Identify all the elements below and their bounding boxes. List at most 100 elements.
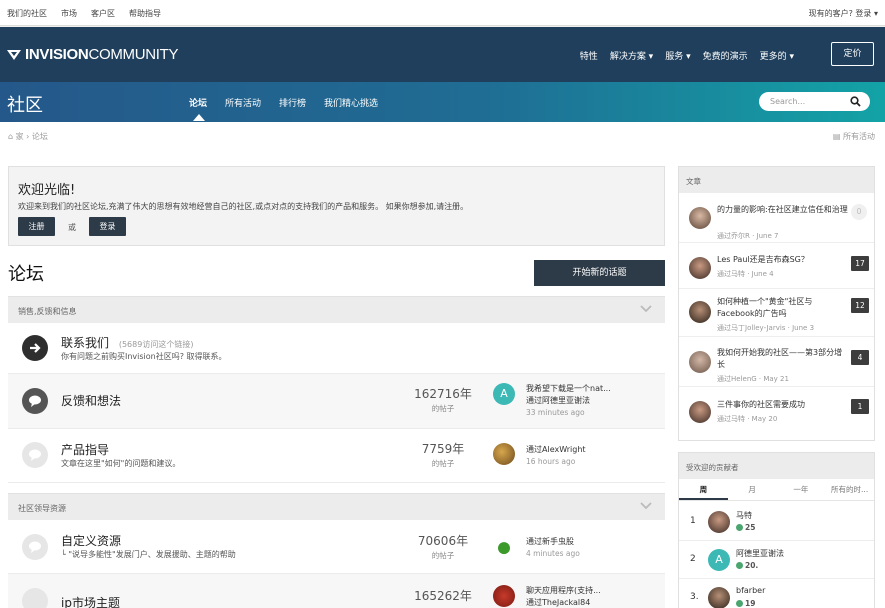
article-title[interactable]: Les Paul还是吉布森SG？ [717, 254, 849, 266]
leaderboard-item[interactable]: 1 马特 25 [679, 503, 874, 541]
avatar[interactable] [689, 351, 711, 373]
chevron-down-icon[interactable] [640, 501, 652, 511]
tab-month[interactable]: 月 [728, 479, 777, 500]
chevron-down-icon[interactable] [640, 304, 652, 314]
nav-solutions[interactable]: 解决方案 ▾ [610, 49, 653, 62]
tab-all-time[interactable]: 所有的时... [825, 479, 874, 500]
last-post-title[interactable]: 聊天应用程序(支持... [526, 585, 601, 596]
widget-title: 受欢迎的贡献者 [686, 463, 739, 472]
breadcrumb-current: 论坛 [31, 132, 48, 141]
article-item[interactable]: Les Paul还是吉布森SG？ 通过马特 · June 4 17 [679, 249, 874, 289]
widget-header: 受欢迎的贡献者 [679, 453, 874, 479]
forum-chat-icon [22, 442, 48, 468]
forum-name-text[interactable]: 联系我们 [61, 336, 109, 350]
all-activity-link[interactable]: ▤ 所有活动 [833, 131, 875, 142]
breadcrumb-home[interactable]: ⌂ 家 › [8, 132, 29, 141]
avatar[interactable] [493, 585, 515, 607]
last-post-author[interactable]: 通过AlexWright [526, 444, 586, 455]
search-icon[interactable] [850, 96, 861, 107]
forum-chat-icon [22, 534, 48, 560]
community-subnav: 社区 论坛 所有活动 排行榜 我们精心挑选 Search... [0, 82, 885, 122]
avatar[interactable]: A [708, 549, 730, 571]
article-item[interactable]: 三件事你的社区需要成功 通过马特 · May 20 1 [679, 393, 874, 433]
forum-row[interactable]: 产品指导 文章在这里"如何"的问题和建议。 7759年 的帖子 通过AlexWr… [8, 429, 665, 483]
forum-name[interactable]: ip市场主题 [61, 594, 120, 608]
category-header[interactable]: 销售,反馈和信息 [8, 296, 665, 323]
top-contributors-widget: 受欢迎的贡献者 周 月 一年 所有的时... 1 马特 25 2 A 阿德里亚谢… [678, 452, 875, 608]
post-count-label: 的帖子 [431, 404, 455, 413]
main-nav: 特性 解决方案 ▾ 服务 ▾ 免费的演示 更多的 ▾ [580, 49, 794, 62]
plus-icon [736, 562, 743, 569]
utility-link-community[interactable]: 我们的社区 [7, 8, 47, 19]
comment-count-badge: 1 [851, 399, 869, 414]
post-count: 7759年 [421, 442, 465, 456]
invision-logo[interactable]: INVISION COMMUNITY [7, 46, 179, 63]
comment-count-badge: 17 [851, 256, 869, 271]
article-meta: 通过HelenG · May 21 [717, 375, 789, 383]
category-title: 销售,反馈和信息 [18, 307, 77, 316]
tab-all-activity[interactable]: 所有活动 [225, 96, 261, 109]
avatar[interactable]: A [493, 383, 515, 405]
nav-features[interactable]: 特性 [580, 49, 598, 62]
forum-name[interactable]: 产品指导 [61, 441, 109, 458]
forum-name[interactable]: 反馈和想法 [61, 392, 121, 409]
leaderboard-item[interactable]: 2 A 阿德里亚谢法 20. [679, 541, 874, 579]
register-button[interactable]: 注册 [18, 217, 55, 236]
nav-more[interactable]: 更多的 ▾ [760, 49, 794, 62]
comment-count-badge: 0 [851, 204, 867, 220]
utility-link-client-area[interactable]: 客户区 [91, 8, 115, 19]
article-item[interactable]: 我如何开始我的社区——第3部分增长 通过HelenG · May 21 4 [679, 343, 874, 387]
forum-name[interactable]: 自定义资源 [61, 532, 121, 549]
utility-link-help[interactable]: 帮助指导 [129, 8, 161, 19]
forum-description: 你有问题之前购买Invision社区吗? 取得联系。 [61, 352, 227, 361]
leader-name[interactable]: 阿德里亚谢法 [736, 548, 784, 559]
last-post-title[interactable]: 我希望下载是一个nat... [526, 383, 611, 394]
nav-services[interactable]: 服务 ▾ [665, 49, 690, 62]
utility-link-market[interactable]: 市场 [61, 8, 77, 19]
avatar[interactable] [708, 511, 730, 533]
last-post-author[interactable]: 通过TheJackal84 [526, 597, 590, 608]
period-tabs: 周 月 一年 所有的时... [679, 479, 874, 501]
leader-name[interactable]: bfarber [736, 586, 765, 595]
avatar[interactable] [689, 301, 711, 323]
forum-name[interactable]: 联系我们 (5689访问这个链接) [61, 334, 193, 351]
leaderboard-item[interactable]: 3. bfarber 19 [679, 579, 874, 608]
pricing-button[interactable]: 定价 [831, 42, 874, 66]
last-post-author[interactable]: 通过阿德里亚谢法 [526, 395, 590, 406]
article-item[interactable]: 如何种植一个"黄金"社区与Facebook的广告吗 通过马丁Jolley-Jar… [679, 291, 874, 337]
forum-row[interactable]: ip市场主题 165262年 聊天应用程序(支持... 通过TheJackal8… [8, 574, 665, 608]
article-title[interactable]: 我如何开始我的社区——第3部分增长 [717, 347, 849, 371]
forum-description: └ "说导多能性"发展门户、发展援助、主题的帮助 [61, 550, 236, 559]
tab-forums[interactable]: 论坛 [189, 96, 207, 109]
article-title[interactable]: 如何种植一个"黄金"社区与Facebook的广告吗 [717, 296, 849, 320]
category-header[interactable]: 社区领导资源 [8, 493, 665, 520]
forum-row[interactable]: 联系我们 (5689访问这个链接) 你有问题之前购买Invision社区吗? 取… [8, 323, 665, 374]
article-title[interactable]: 三件事你的社区需要成功 [717, 399, 849, 411]
avatar[interactable] [493, 536, 515, 558]
search-input[interactable]: Search... [759, 92, 870, 111]
avatar[interactable] [493, 443, 515, 465]
tab-week[interactable]: 周 [679, 479, 728, 500]
leader-name[interactable]: 马特 [736, 510, 752, 521]
last-post-author[interactable]: 通过新手虫股 [526, 536, 574, 547]
reputation-value: 19 [745, 599, 756, 608]
reputation-value: 20. [745, 561, 759, 570]
article-title[interactable]: 的力量的影响:在社区建立信任和治理 [717, 204, 849, 216]
article-item[interactable]: 的力量的影响:在社区建立信任和治理 通过乔尔R · June 7 0 [679, 199, 874, 243]
avatar[interactable] [689, 401, 711, 423]
tab-our-picks[interactable]: 我们精心挑选 [324, 96, 378, 109]
tab-year[interactable]: 一年 [777, 479, 826, 500]
leader-rank: 2 [690, 554, 696, 564]
article-meta: 通过马丁Jolley-Jarvis · June 3 [717, 324, 815, 332]
avatar[interactable] [708, 587, 730, 608]
comment-count-badge: 4 [851, 350, 869, 365]
login-button[interactable]: 登录 [89, 217, 126, 236]
forum-row[interactable]: 反馈和想法 162716年 的帖子 A 我希望下载是一个nat... 通过阿德里… [8, 374, 665, 429]
tab-leaderboard[interactable]: 排行榜 [279, 96, 306, 109]
avatar[interactable] [689, 257, 711, 279]
nav-free-demo[interactable]: 免费的演示 [703, 49, 748, 62]
login-link[interactable]: 现有的客户? 登录 ▾ [809, 8, 878, 19]
forum-row[interactable]: 自定义资源 └ "说导多能性"发展门户、发展援助、主题的帮助 70606年 的帖… [8, 520, 665, 574]
new-topic-button[interactable]: 开始新的话题 [534, 260, 665, 286]
avatar[interactable] [689, 207, 711, 229]
